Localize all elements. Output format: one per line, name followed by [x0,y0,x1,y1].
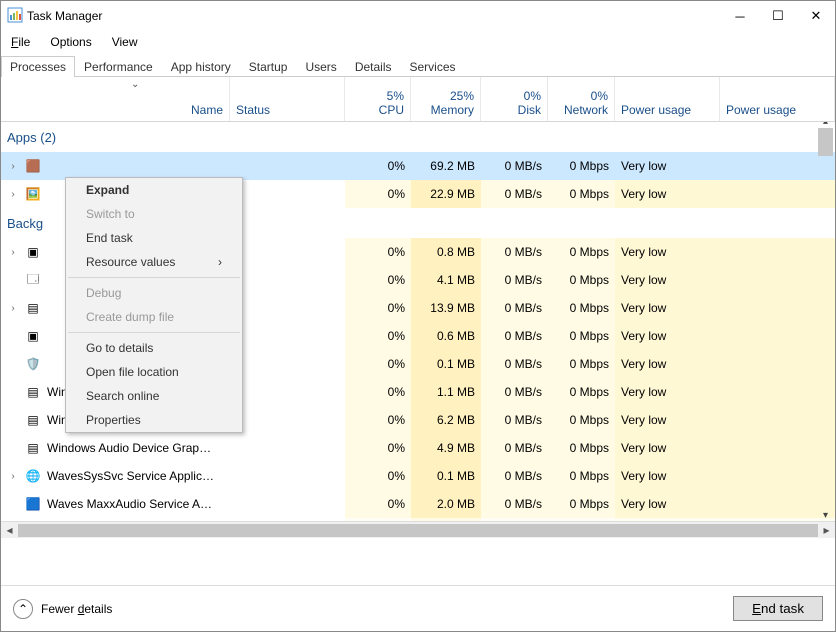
expand-chevron-icon[interactable]: › [7,161,19,172]
process-name: Waves MaxxAudio Service Appli... [47,497,217,511]
process-name: WavesSysSvc Service Application [47,469,217,483]
column-headers[interactable]: ⌄ Name Status 5%CPU 25%Memory 0%Disk 0%N… [1,77,835,122]
scrollbar-thumb-h[interactable] [18,524,818,537]
ctx-switch-to: Switch to [66,202,242,226]
ctx-create-dump: Create dump file [66,305,242,329]
col-status[interactable]: Status [230,77,345,121]
menu-file[interactable]: File [7,33,34,51]
col-memory[interactable]: 25%Memory [411,77,481,121]
col-network[interactable]: 0%Network [548,77,615,121]
process-icon: 🖼️ [25,186,41,202]
process-icon: ▣ [25,328,41,344]
ctx-go-to-details[interactable]: Go to details [66,336,242,360]
process-icon: 🗔 [25,272,41,288]
horizontal-scrollbar[interactable]: ◂ ▸ [1,521,835,538]
minimize-button[interactable]: ─ [721,3,759,29]
app-icon [7,7,23,26]
tab-services[interactable]: Services [401,56,465,77]
table-row[interactable]: ›🌐WavesSysSvc Service Application0%0.1 M… [1,462,835,490]
end-task-button[interactable]: End task [733,596,823,621]
tab-bar: Processes Performance App history Startu… [1,53,835,77]
tab-users[interactable]: Users [296,56,345,77]
ctx-open-file-location[interactable]: Open file location [66,360,242,384]
expand-chevron-icon[interactable]: › [7,247,19,258]
process-icon: ▤ [25,300,41,316]
col-power-usage-2[interactable]: Power usage [720,77,835,121]
title-bar: Task Manager ─ ☐ ✕ [1,1,835,31]
maximize-button[interactable]: ☐ [759,3,797,29]
scrollbar-thumb[interactable] [818,128,833,156]
scroll-up-icon[interactable]: ▴ [818,122,833,127]
close-button[interactable]: ✕ [797,3,835,29]
process-icon: ▤ [25,384,41,400]
tab-details[interactable]: Details [346,56,401,77]
chevron-up-icon: ⌃ [13,599,33,619]
group-header[interactable]: Apps (2) [1,122,835,152]
context-menu: Expand Switch to End task Resource value… [65,177,243,433]
ctx-search-online[interactable]: Search online [66,384,242,408]
footer-bar: ⌃ Fewer details End task [1,585,835,631]
separator [68,277,240,278]
process-icon: ▤ [25,412,41,428]
process-icon: ▣ [25,244,41,260]
ctx-debug: Debug [66,281,242,305]
menu-options[interactable]: Options [46,33,95,51]
tab-app-history[interactable]: App history [162,56,240,77]
table-row[interactable]: 🟦Waves MaxxAudio Service Appli...0%2.0 M… [1,490,835,518]
col-power-usage[interactable]: Power usage [615,77,720,121]
process-name: Windows Audio Device Graph Is... [47,441,217,455]
ctx-resource-values[interactable]: Resource values› [66,250,242,274]
scroll-right-icon[interactable]: ▸ [818,523,835,537]
expand-chevron-icon[interactable]: › [7,303,19,314]
process-icon: 🟦 [25,496,41,512]
separator [68,332,240,333]
ctx-expand[interactable]: Expand [66,178,242,202]
menu-view[interactable]: View [108,33,142,51]
tab-startup[interactable]: Startup [240,56,297,77]
scroll-down-icon[interactable]: ▾ [818,510,833,521]
process-icon: 🛡️ [25,356,41,372]
ctx-end-task[interactable]: End task [66,226,242,250]
tab-performance[interactable]: Performance [75,56,162,77]
ctx-properties[interactable]: Properties [66,408,242,432]
window-title: Task Manager [23,9,102,23]
chevron-down-icon: ⌄ [131,79,139,90]
table-row[interactable]: ▤Windows Audio Device Graph Is...0%4.9 M… [1,434,835,462]
chevron-right-icon: › [218,255,222,269]
fewer-details-button[interactable]: ⌃ Fewer details [13,599,112,619]
tab-processes[interactable]: Processes [1,56,75,77]
vertical-scrollbar[interactable]: ▴ ▾ [818,122,833,521]
col-name[interactable]: ⌄ Name [1,77,230,121]
expand-chevron-icon[interactable]: › [7,471,19,482]
table-row[interactable]: ›🟫0%69.2 MB0 MB/s0 MbpsVery low [1,152,835,180]
menu-bar: File Options View [1,31,835,53]
col-cpu[interactable]: 5%CPU [345,77,411,121]
process-icon: ▤ [25,440,41,456]
process-icon: 🟫 [25,158,41,174]
col-disk[interactable]: 0%Disk [481,77,548,121]
process-icon: 🌐 [25,468,41,484]
expand-chevron-icon[interactable]: › [7,189,19,200]
scroll-left-icon[interactable]: ◂ [1,523,18,537]
